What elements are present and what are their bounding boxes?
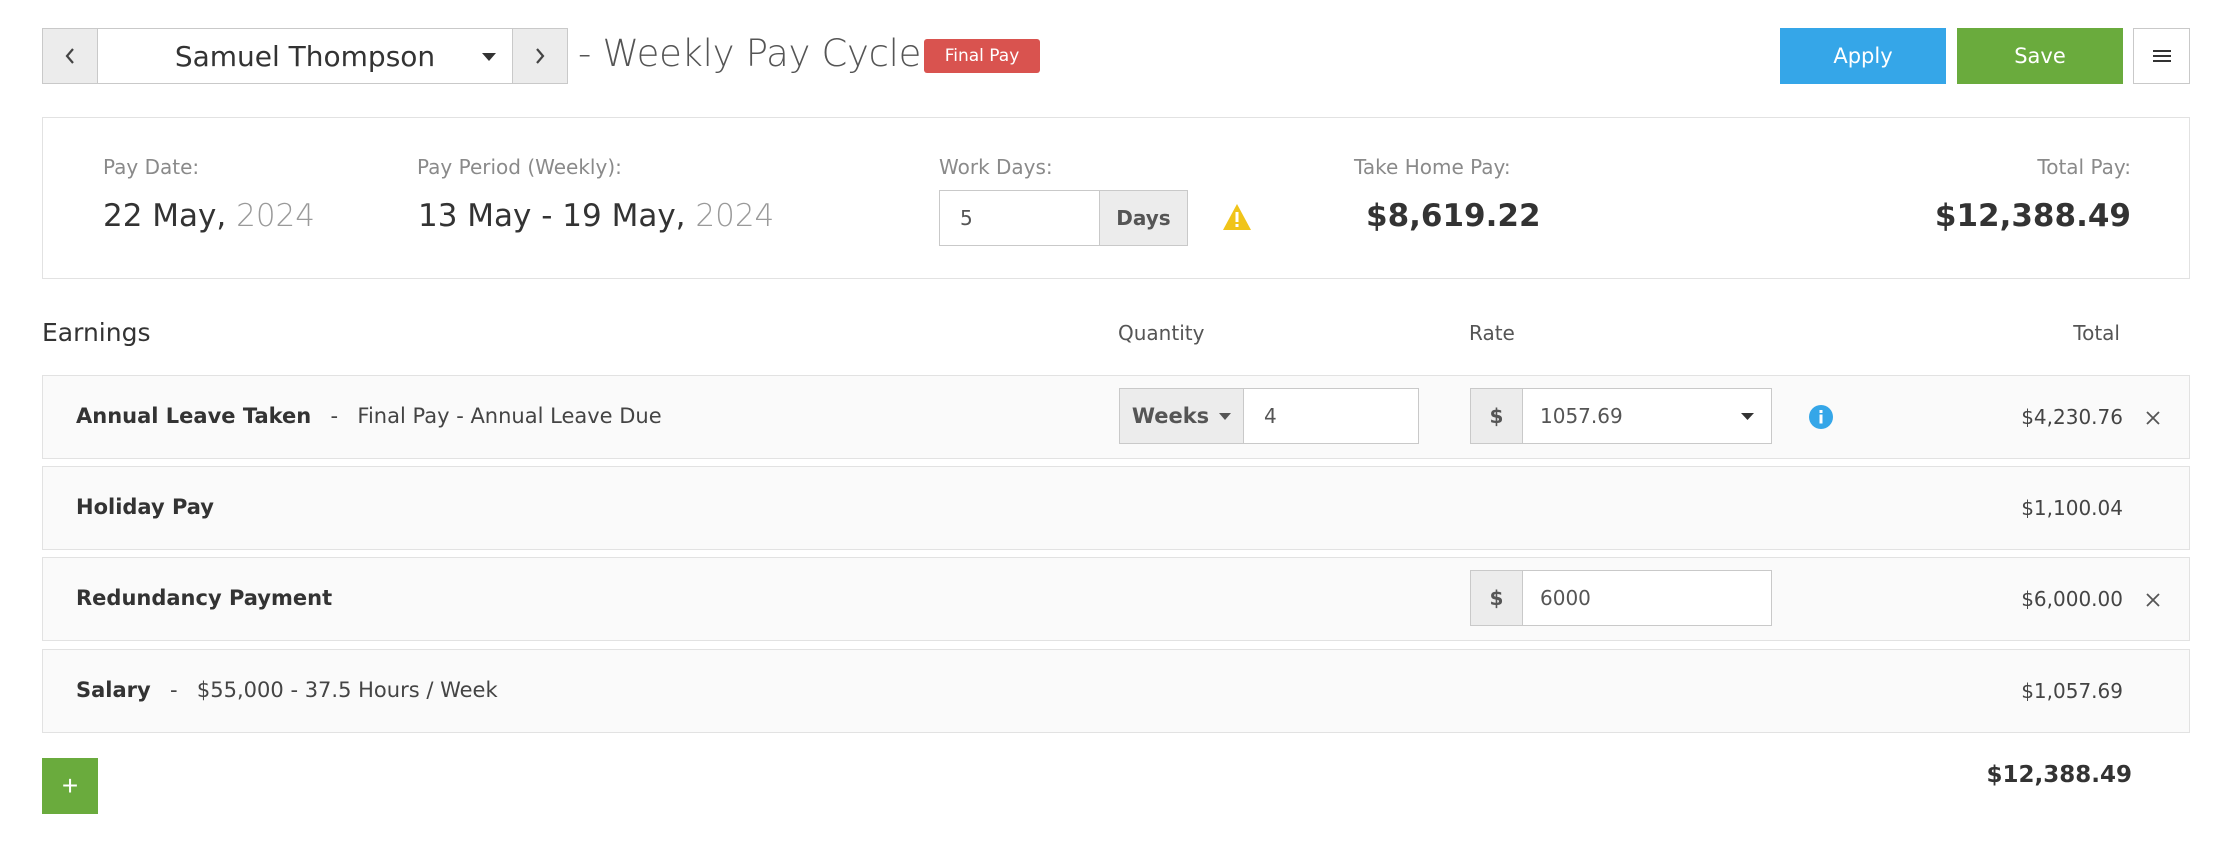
total-pay-label: Total Pay:: [2037, 155, 2131, 179]
pay-period-label: Pay Period (Weekly):: [417, 155, 622, 179]
quantity-input[interactable]: 4: [1243, 388, 1419, 444]
rate-currency-prefix: $: [1470, 388, 1523, 444]
earning-name-text: Salary: [76, 678, 151, 702]
earning-total: $6,000.00: [2021, 587, 2123, 611]
pay-period-range: 13 May - 19 May,: [418, 198, 686, 234]
earning-name: Salary - $55,000 - 37.5 Hours / Week: [76, 678, 498, 702]
pay-period-year: 2024: [695, 198, 775, 234]
info-icon[interactable]: [1808, 404, 1834, 430]
earning-name: Redundancy Payment: [76, 586, 333, 610]
total-pay-value: $12,388.49: [1934, 198, 2131, 234]
apply-button[interactable]: Apply: [1780, 28, 1946, 84]
remove-row-button[interactable]: [2141, 588, 2165, 612]
pay-cycle-title: - Weekly Pay Cycle: [578, 32, 922, 75]
save-button[interactable]: Save: [1957, 28, 2123, 84]
chevron-right-icon: [536, 48, 545, 64]
caret-down-icon: [1219, 412, 1232, 420]
quantity-unit-label: Weeks: [1131, 404, 1210, 428]
earnings-grand-total: $12,388.49: [1986, 762, 2132, 788]
earning-row-redundancy: Redundancy Payment $ 6000 $6,000.00: [42, 557, 2190, 641]
employee-name: Samuel Thompson: [174, 39, 436, 73]
caret-down-icon: [1741, 413, 1754, 420]
caret-down-icon: [482, 53, 496, 61]
pay-date-day: 22 May,: [103, 198, 227, 234]
next-employee-button[interactable]: [512, 28, 568, 84]
quantity-column-header: Quantity: [1118, 321, 1205, 345]
earning-row-salary: Salary - $55,000 - 37.5 Hours / Week $1,…: [42, 649, 2190, 733]
employee-select[interactable]: Samuel Thompson: [97, 28, 513, 84]
hamburger-menu-icon: [2152, 50, 2171, 62]
take-home-value: $8,619.22: [1366, 198, 1541, 234]
final-pay-badge: Final Pay: [924, 39, 1040, 73]
pay-summary-panel: Pay Date: 22 May, 2024 Pay Period (Weekl…: [42, 117, 2190, 279]
remove-row-button[interactable]: [2141, 406, 2165, 430]
close-icon: [2146, 593, 2160, 607]
take-home-label: Take Home Pay:: [1354, 155, 1511, 179]
warning-icon: [1223, 204, 1251, 230]
chevron-left-icon: [65, 48, 74, 64]
earning-total: $1,100.04: [2021, 496, 2123, 520]
total-column-header: Total: [2073, 321, 2120, 345]
earning-total: $1,057.69: [2021, 679, 2123, 703]
rate-input[interactable]: 6000: [1522, 570, 1772, 626]
close-icon: [2146, 411, 2160, 425]
add-earning-button[interactable]: +: [42, 758, 98, 814]
pay-period-value: 13 May - 19 May, 2024: [418, 198, 774, 234]
earning-description: Final Pay - Annual Leave Due: [357, 404, 662, 428]
earning-row-holiday-pay: Holiday Pay $1,100.04: [42, 466, 2190, 550]
menu-button[interactable]: [2133, 28, 2190, 84]
pay-date-label: Pay Date:: [103, 155, 200, 179]
work-days-input[interactable]: 5: [939, 190, 1100, 246]
quantity-unit-select[interactable]: Weeks: [1119, 388, 1244, 444]
earning-total: $4,230.76: [2021, 405, 2123, 429]
earning-row-annual-leave: Annual Leave Taken - Final Pay - Annual …: [42, 375, 2190, 459]
earnings-title: Earnings: [42, 318, 151, 347]
pay-date-year: 2024: [236, 198, 316, 234]
earning-name: Holiday Pay: [76, 495, 214, 519]
earning-name-text: Annual Leave Taken: [76, 404, 312, 428]
rate-column-header: Rate: [1469, 321, 1515, 345]
rate-currency-prefix: $: [1470, 570, 1523, 626]
work-days-label: Work Days:: [939, 155, 1053, 179]
earning-description: $55,000 - 37.5 Hours / Week: [196, 678, 498, 702]
earning-separator: -: [170, 678, 178, 702]
rate-value: 1057.69: [1540, 404, 1623, 428]
rate-select[interactable]: 1057.69: [1522, 388, 1772, 444]
work-days-unit: Days: [1099, 190, 1188, 246]
earning-name: Annual Leave Taken - Final Pay - Annual …: [76, 404, 662, 428]
previous-employee-button[interactable]: [42, 28, 98, 84]
earning-separator: -: [330, 404, 339, 428]
pay-date-value: 22 May, 2024: [103, 198, 315, 234]
